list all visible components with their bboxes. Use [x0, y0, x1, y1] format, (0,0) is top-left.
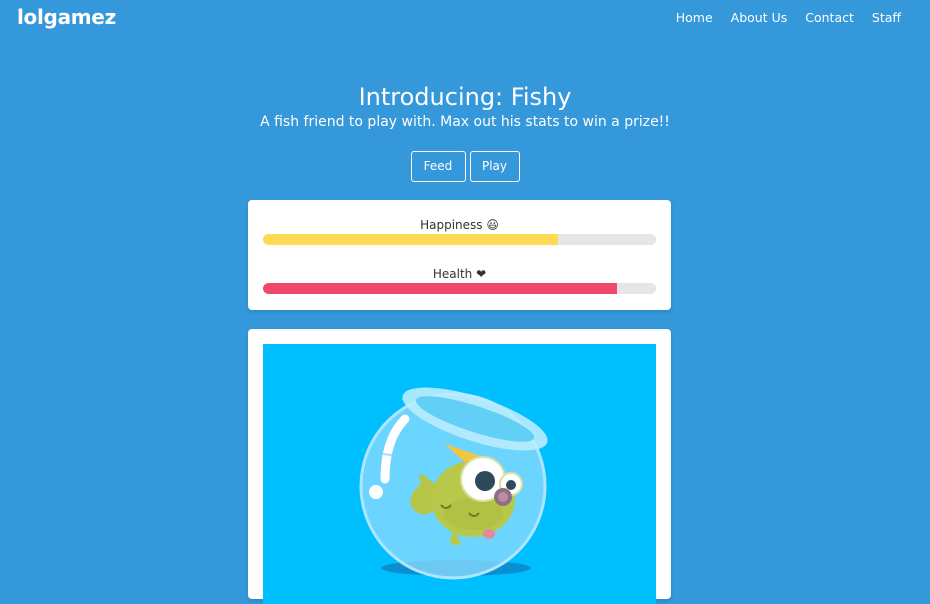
stats-card: Happiness 😃 Health ❤ — [248, 200, 671, 310]
health-bar — [263, 283, 656, 294]
game-card — [248, 329, 671, 604]
nav-link-home[interactable]: Home — [676, 10, 713, 25]
nav-link-about-us[interactable]: About Us — [731, 10, 788, 25]
feed-button[interactable]: Feed — [410, 151, 466, 182]
top-navbar: lolgamez Home About Us Contact Staff — [0, 0, 930, 36]
nav-link-contact[interactable]: Contact — [805, 10, 854, 25]
hero-section: Introducing: Fishy A fish friend to play… — [0, 83, 930, 130]
happiness-bar-fill — [263, 234, 558, 245]
action-buttons: Feed Play — [0, 151, 930, 182]
happiness-bar — [263, 234, 656, 245]
brand-logo[interactable]: lolgamez — [17, 5, 116, 29]
page-title: Introducing: Fishy — [358, 83, 572, 111]
fishbowl-illustration — [359, 387, 548, 580]
play-button[interactable]: Play — [469, 151, 520, 182]
happiness-label: Happiness 😃 — [420, 218, 499, 232]
health-label: Health ❤ — [432, 267, 487, 281]
fish-scene[interactable] — [263, 344, 656, 604]
page-subtitle: A fish friend to play with. Max out his … — [260, 114, 670, 130]
nav-link-staff[interactable]: Staff — [872, 10, 901, 25]
health-bar-fill — [263, 283, 617, 294]
nav-links: Home About Us Contact Staff — [676, 10, 901, 25]
